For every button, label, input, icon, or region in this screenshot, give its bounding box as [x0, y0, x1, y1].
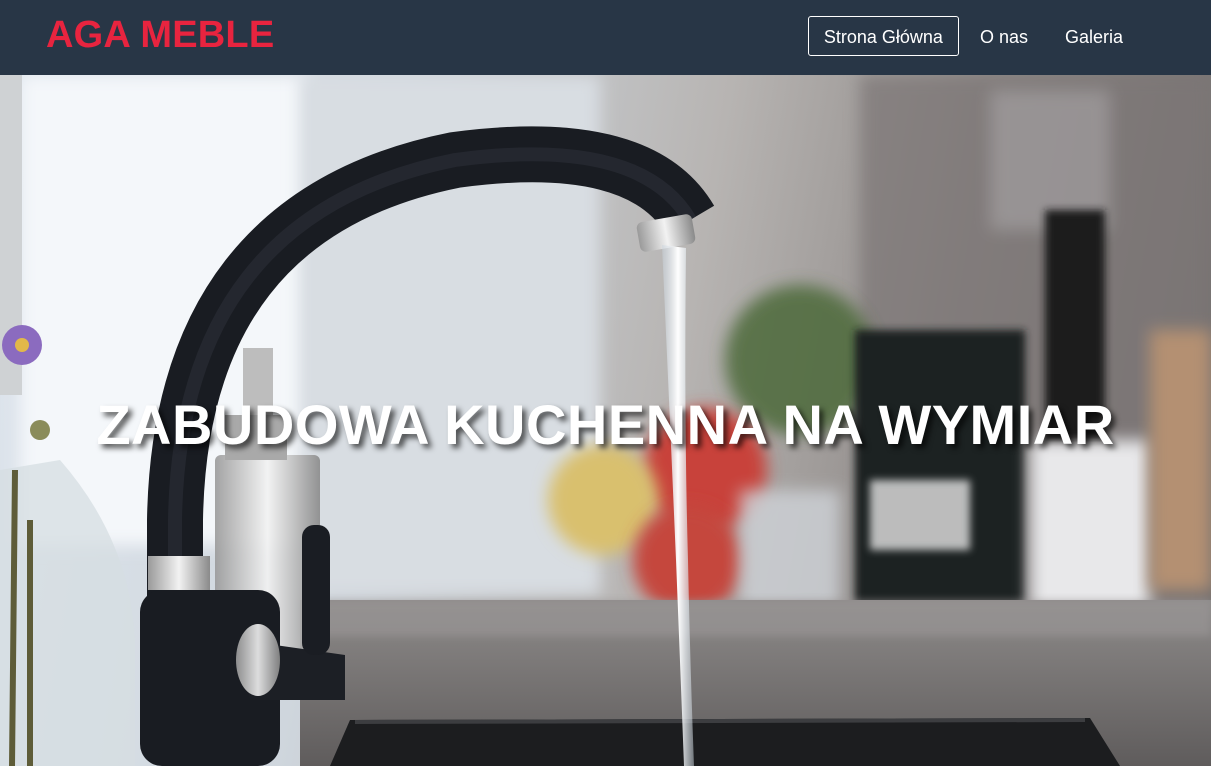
brand-logo[interactable]: AGA MEBLE	[46, 14, 274, 57]
hero-title: ZABUDOWA KUCHENNA NA WYMIAR	[96, 392, 1115, 456]
nav-about-link[interactable]: O nas	[964, 16, 1044, 56]
main-nav: Strona Główna O nas Galeria	[803, 16, 1139, 56]
top-navbar: AGA MEBLE Strona Główna O nas Galeria	[0, 0, 1211, 75]
nav-gallery-link[interactable]: Galeria	[1049, 16, 1139, 56]
hero-section: ZABUDOWA KUCHENNA NA WYMIAR	[0, 75, 1211, 766]
nav-home-link[interactable]: Strona Główna	[807, 16, 959, 56]
